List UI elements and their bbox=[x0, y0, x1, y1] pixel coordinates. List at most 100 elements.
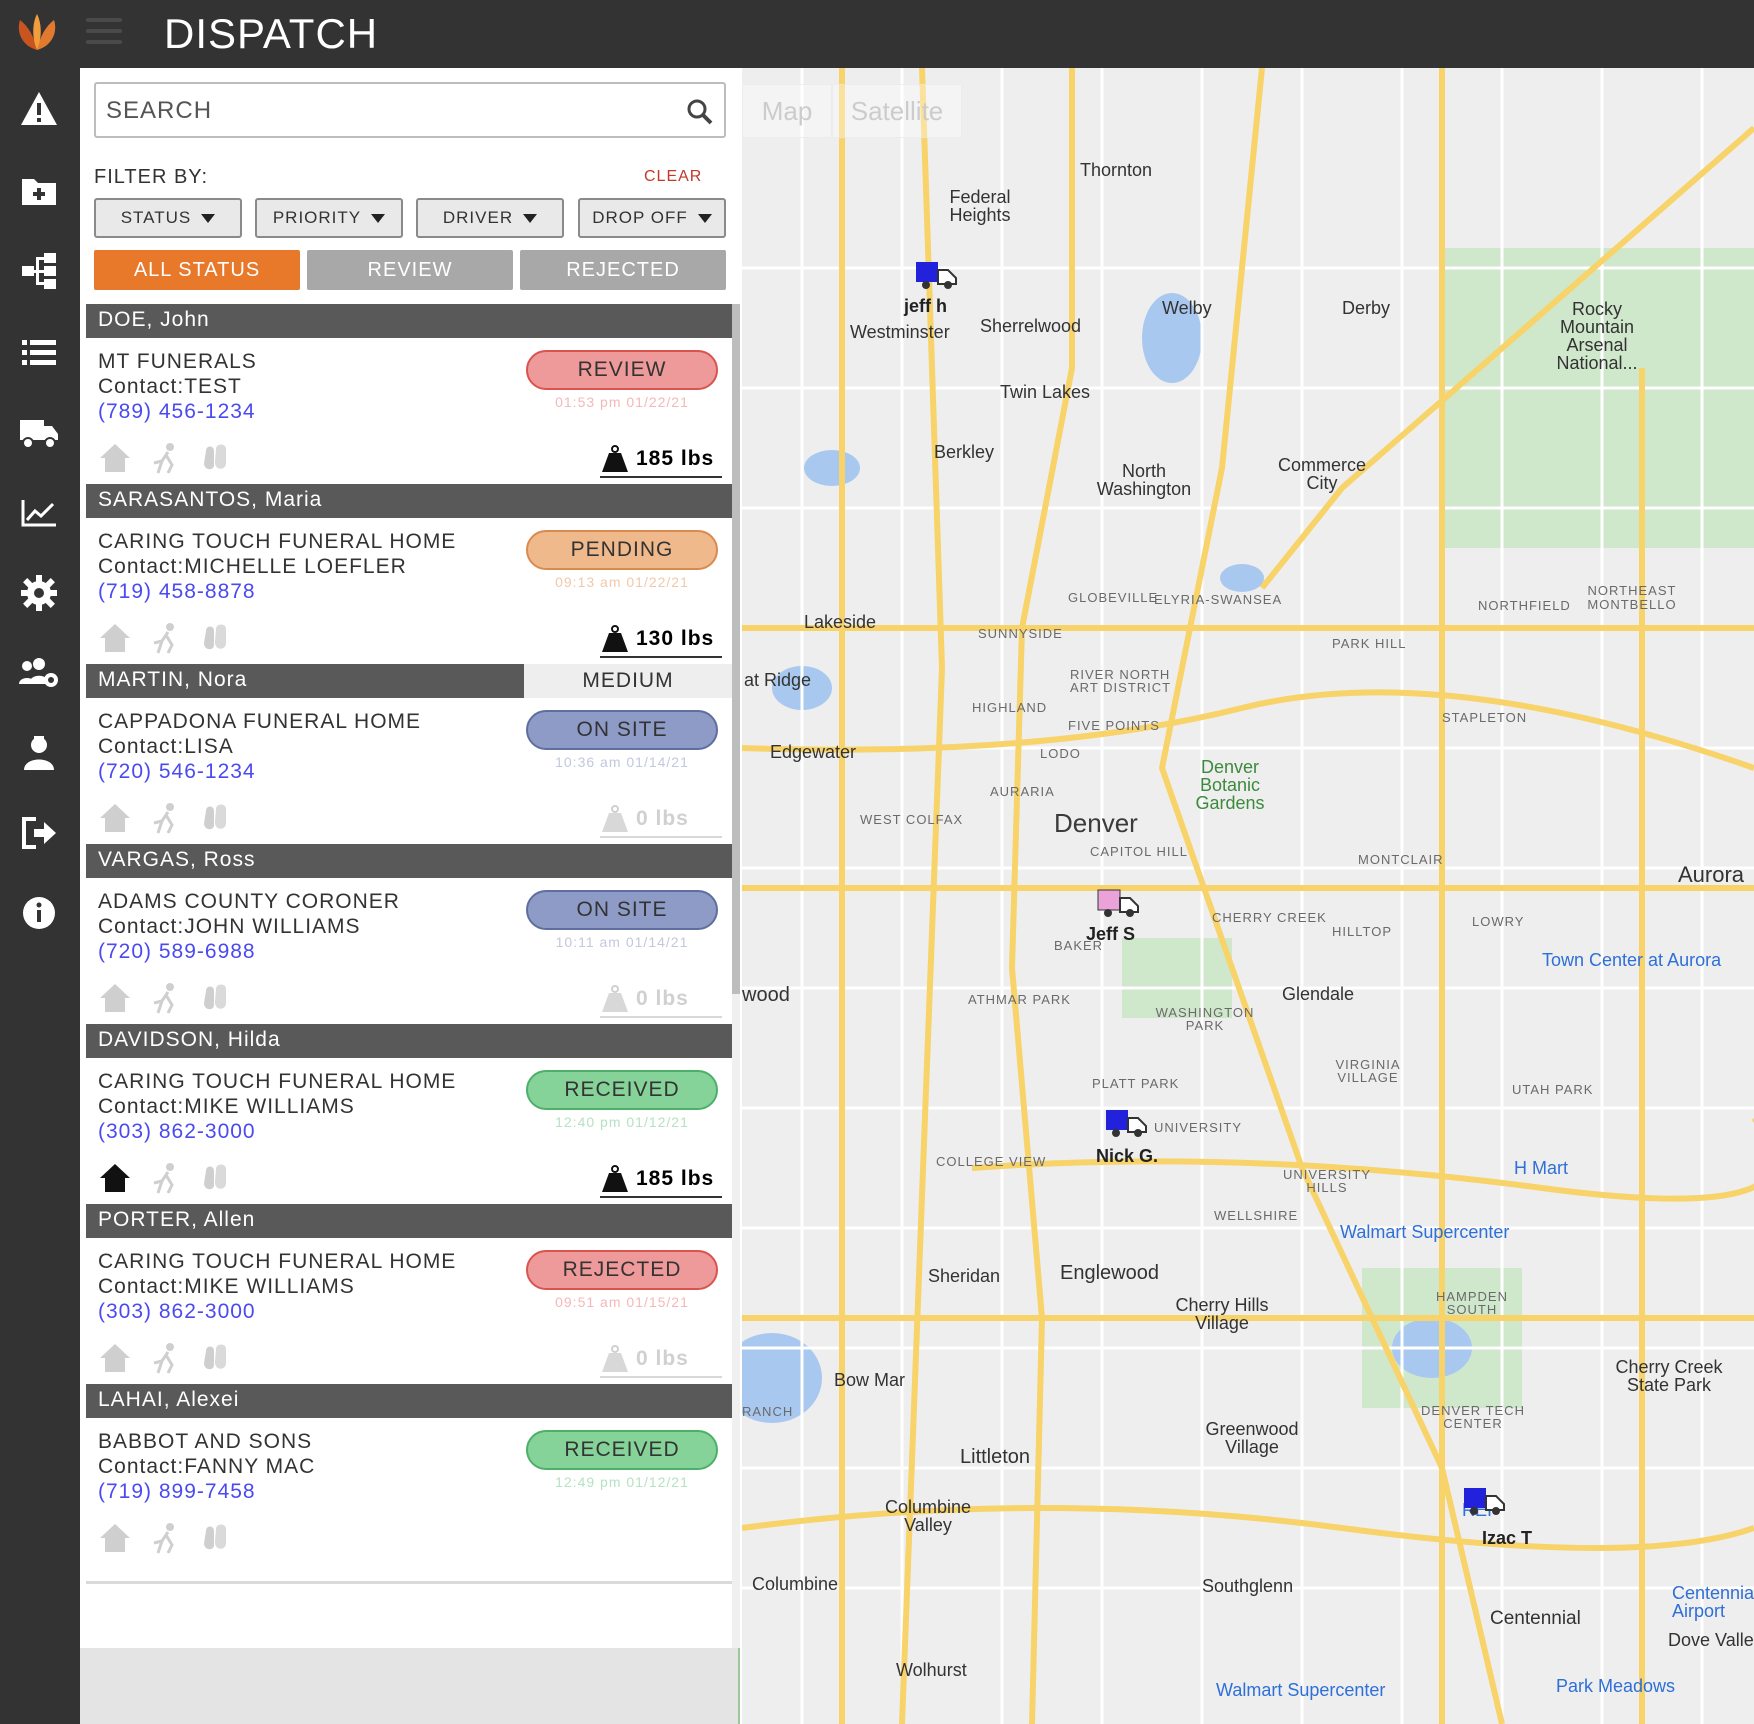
dropoff-filter-dropdown[interactable]: DROP OFF bbox=[578, 198, 726, 238]
case-list-scrollbar[interactable] bbox=[732, 304, 740, 1648]
handoff-icon[interactable] bbox=[148, 441, 182, 475]
handoff-icon[interactable] bbox=[148, 1341, 182, 1375]
case-card[interactable]: DAVIDSON, Hilda CARING TOUCH FUNERAL HOM… bbox=[86, 1024, 732, 1224]
warning-icon[interactable] bbox=[14, 84, 64, 134]
logo-icon bbox=[12, 10, 62, 56]
home-icon[interactable] bbox=[98, 441, 132, 475]
map-label: H Mart bbox=[1514, 1158, 1568, 1179]
search-input[interactable] bbox=[106, 92, 666, 130]
contact-phone-link[interactable]: (720) 589-6988 bbox=[98, 940, 256, 964]
home-icon[interactable] bbox=[98, 621, 132, 655]
map-label: AURARIA bbox=[990, 784, 1055, 799]
map-label: Thornton bbox=[1080, 160, 1152, 181]
gloves-icon[interactable] bbox=[198, 1341, 232, 1375]
weight-value: 185 lbs bbox=[636, 447, 714, 471]
map-label: Walmart Supercenter bbox=[1340, 1222, 1509, 1243]
map-label: Dove Valle bbox=[1668, 1630, 1754, 1651]
logout-icon[interactable] bbox=[14, 808, 64, 858]
contact-phone-link[interactable]: (789) 456-1234 bbox=[98, 400, 256, 424]
home-icon[interactable] bbox=[98, 801, 132, 835]
contact-phone-link[interactable]: (720) 546-1234 bbox=[98, 760, 256, 784]
status-badge[interactable]: REJECTED bbox=[526, 1250, 718, 1290]
map-view-button[interactable]: Map bbox=[742, 84, 832, 138]
weight-display: 185 lbs bbox=[600, 1162, 722, 1198]
home-icon[interactable] bbox=[98, 981, 132, 1015]
gloves-icon[interactable] bbox=[198, 621, 232, 655]
case-name: DOE, John bbox=[86, 304, 732, 338]
hierarchy-icon[interactable] bbox=[14, 246, 64, 296]
gloves-icon[interactable] bbox=[198, 1161, 232, 1195]
status-badge[interactable]: RECEIVED bbox=[526, 1430, 718, 1470]
map-label: Cherry Hills Village bbox=[1172, 1296, 1272, 1332]
gloves-icon[interactable] bbox=[198, 981, 232, 1015]
truck-marker-icon[interactable] bbox=[914, 260, 960, 290]
gloves-icon[interactable] bbox=[198, 801, 232, 835]
satellite-view-button[interactable]: Satellite bbox=[832, 84, 962, 138]
clear-filters-link[interactable]: CLEAR bbox=[644, 168, 702, 186]
driver-filter-dropdown[interactable]: DRIVER bbox=[416, 198, 564, 238]
handoff-icon[interactable] bbox=[148, 621, 182, 655]
user-icon[interactable] bbox=[14, 728, 64, 778]
status-badge[interactable]: REVIEW bbox=[526, 350, 718, 390]
truck-marker-icon[interactable] bbox=[1096, 888, 1142, 918]
map-label: Welby bbox=[1162, 298, 1212, 319]
driver-label: Jeff S bbox=[1086, 924, 1135, 945]
weight-display: 0 lbs bbox=[600, 982, 722, 1018]
truck-marker-icon[interactable] bbox=[1462, 1486, 1508, 1516]
status-timestamp: 12:49 pm 01/12/21 bbox=[526, 1474, 718, 1490]
folder-add-icon[interactable] bbox=[14, 166, 64, 216]
home-icon[interactable] bbox=[98, 1341, 132, 1375]
contact-phone-link[interactable]: (719) 899-7458 bbox=[98, 1480, 256, 1504]
tab-review[interactable]: REVIEW bbox=[307, 250, 513, 290]
gloves-icon[interactable] bbox=[198, 1521, 232, 1555]
status-badge[interactable]: ON SITE bbox=[526, 890, 718, 930]
case-card[interactable]: VARGAS, Ross ADAMS COUNTY CORONER Contac… bbox=[86, 844, 732, 1044]
tab-rejected[interactable]: REJECTED bbox=[520, 250, 726, 290]
map-label: WELLSHIRE bbox=[1214, 1208, 1298, 1223]
truck-icon[interactable] bbox=[14, 408, 64, 458]
map[interactable]: Map Satellite Thornton Federal Heights W… bbox=[742, 68, 1754, 1724]
contact-phone-link[interactable]: (719) 458-8878 bbox=[98, 580, 256, 604]
menu-icon[interactable] bbox=[86, 18, 122, 48]
home-icon[interactable] bbox=[98, 1521, 132, 1555]
filter-label: FILTER BY: bbox=[94, 166, 208, 189]
status-timestamp: 09:51 am 01/15/21 bbox=[526, 1294, 718, 1310]
case-card[interactable]: MARTIN, Nora MEDIUM CAPPADONA FUNERAL HO… bbox=[86, 664, 732, 864]
status-badge[interactable]: ON SITE bbox=[526, 710, 718, 750]
priority-filter-dropdown[interactable]: PRIORITY bbox=[255, 198, 403, 238]
weight-display: 130 lbs bbox=[600, 622, 722, 658]
weight-display: 0 lbs bbox=[600, 1342, 722, 1378]
contact-phone-link[interactable]: (303) 862-3000 bbox=[98, 1300, 256, 1324]
tab-all-status[interactable]: ALL STATUS bbox=[94, 250, 300, 290]
handoff-icon[interactable] bbox=[148, 1521, 182, 1555]
weight-icon bbox=[600, 1164, 630, 1194]
info-icon[interactable] bbox=[14, 888, 64, 938]
gear-icon[interactable] bbox=[14, 568, 64, 618]
handoff-icon[interactable] bbox=[148, 801, 182, 835]
map-label: Aurora bbox=[1678, 862, 1744, 888]
status-badge[interactable]: RECEIVED bbox=[526, 1070, 718, 1110]
contact-name: Contact:FANNY MAC bbox=[98, 1455, 315, 1479]
case-card[interactable]: SARASANTOS, Maria CARING TOUCH FUNERAL H… bbox=[86, 484, 732, 684]
case-card[interactable]: LAHAI, Alexei BABBOT AND SONS Contact:FA… bbox=[86, 1384, 732, 1584]
handoff-icon[interactable] bbox=[148, 981, 182, 1015]
handoff-icon[interactable] bbox=[148, 1161, 182, 1195]
case-card[interactable]: DOE, John MT FUNERALS Contact:TEST (789)… bbox=[86, 304, 732, 504]
search-icon[interactable] bbox=[686, 98, 714, 126]
status-filter-dropdown[interactable]: STATUS bbox=[94, 198, 242, 238]
map-label: Twin Lakes bbox=[1000, 382, 1090, 403]
contact-name: Contact:MICHELLE LOEFLER bbox=[98, 555, 407, 579]
case-card[interactable]: PORTER, Allen CARING TOUCH FUNERAL HOME … bbox=[86, 1204, 732, 1404]
map-label: WEST COLFAX bbox=[860, 812, 963, 827]
home-icon[interactable] bbox=[98, 1161, 132, 1195]
chart-line-icon[interactable] bbox=[14, 488, 64, 538]
status-badge[interactable]: PENDING bbox=[526, 530, 718, 570]
contact-phone-link[interactable]: (303) 862-3000 bbox=[98, 1120, 256, 1144]
gloves-icon[interactable] bbox=[198, 441, 232, 475]
list-icon[interactable] bbox=[14, 328, 64, 378]
users-gear-icon[interactable] bbox=[14, 648, 64, 698]
map-label: Park Meadows bbox=[1556, 1676, 1675, 1697]
scrollbar-thumb[interactable] bbox=[732, 304, 740, 994]
map-label: HAMPDEN SOUTH bbox=[1432, 1290, 1512, 1316]
truck-marker-icon[interactable] bbox=[1104, 1108, 1150, 1138]
